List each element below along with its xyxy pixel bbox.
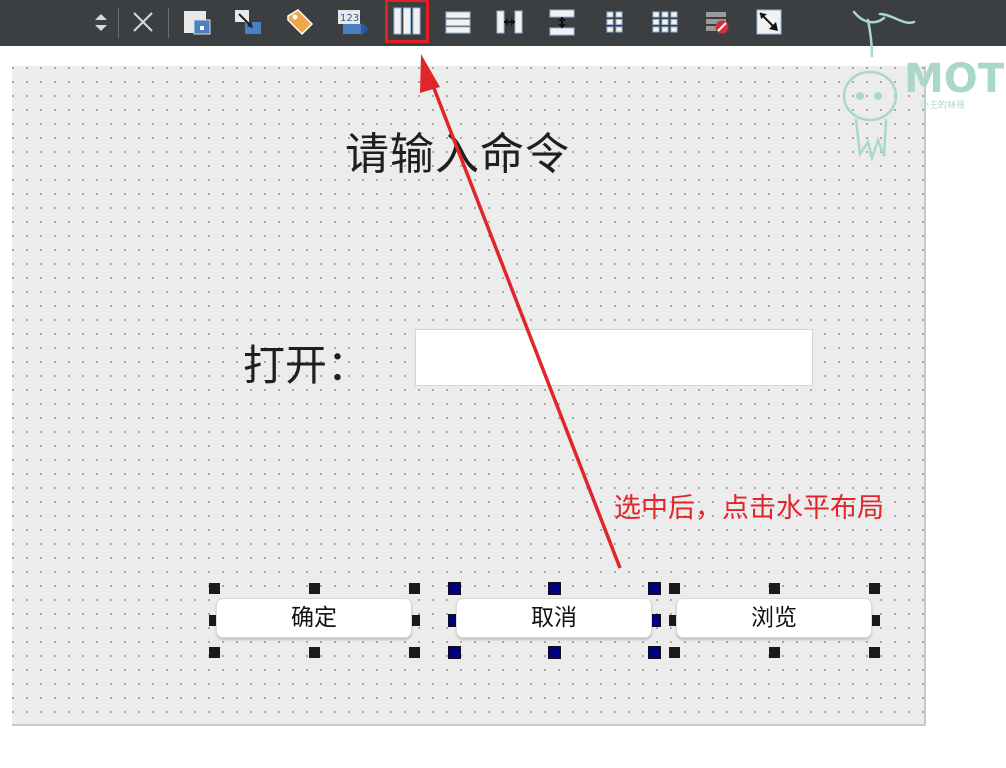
- watermark-logo-icon: MOT 小王的林哥: [842, 10, 1006, 163]
- watermark-caption: 小王的林哥: [920, 99, 965, 111]
- annotation-text: 选中后，点击水平布局: [614, 493, 884, 524]
- watermark-logo-text: MOT: [904, 56, 1004, 102]
- mot-watermark: MOT 小王的林哥: [832, 4, 1006, 164]
